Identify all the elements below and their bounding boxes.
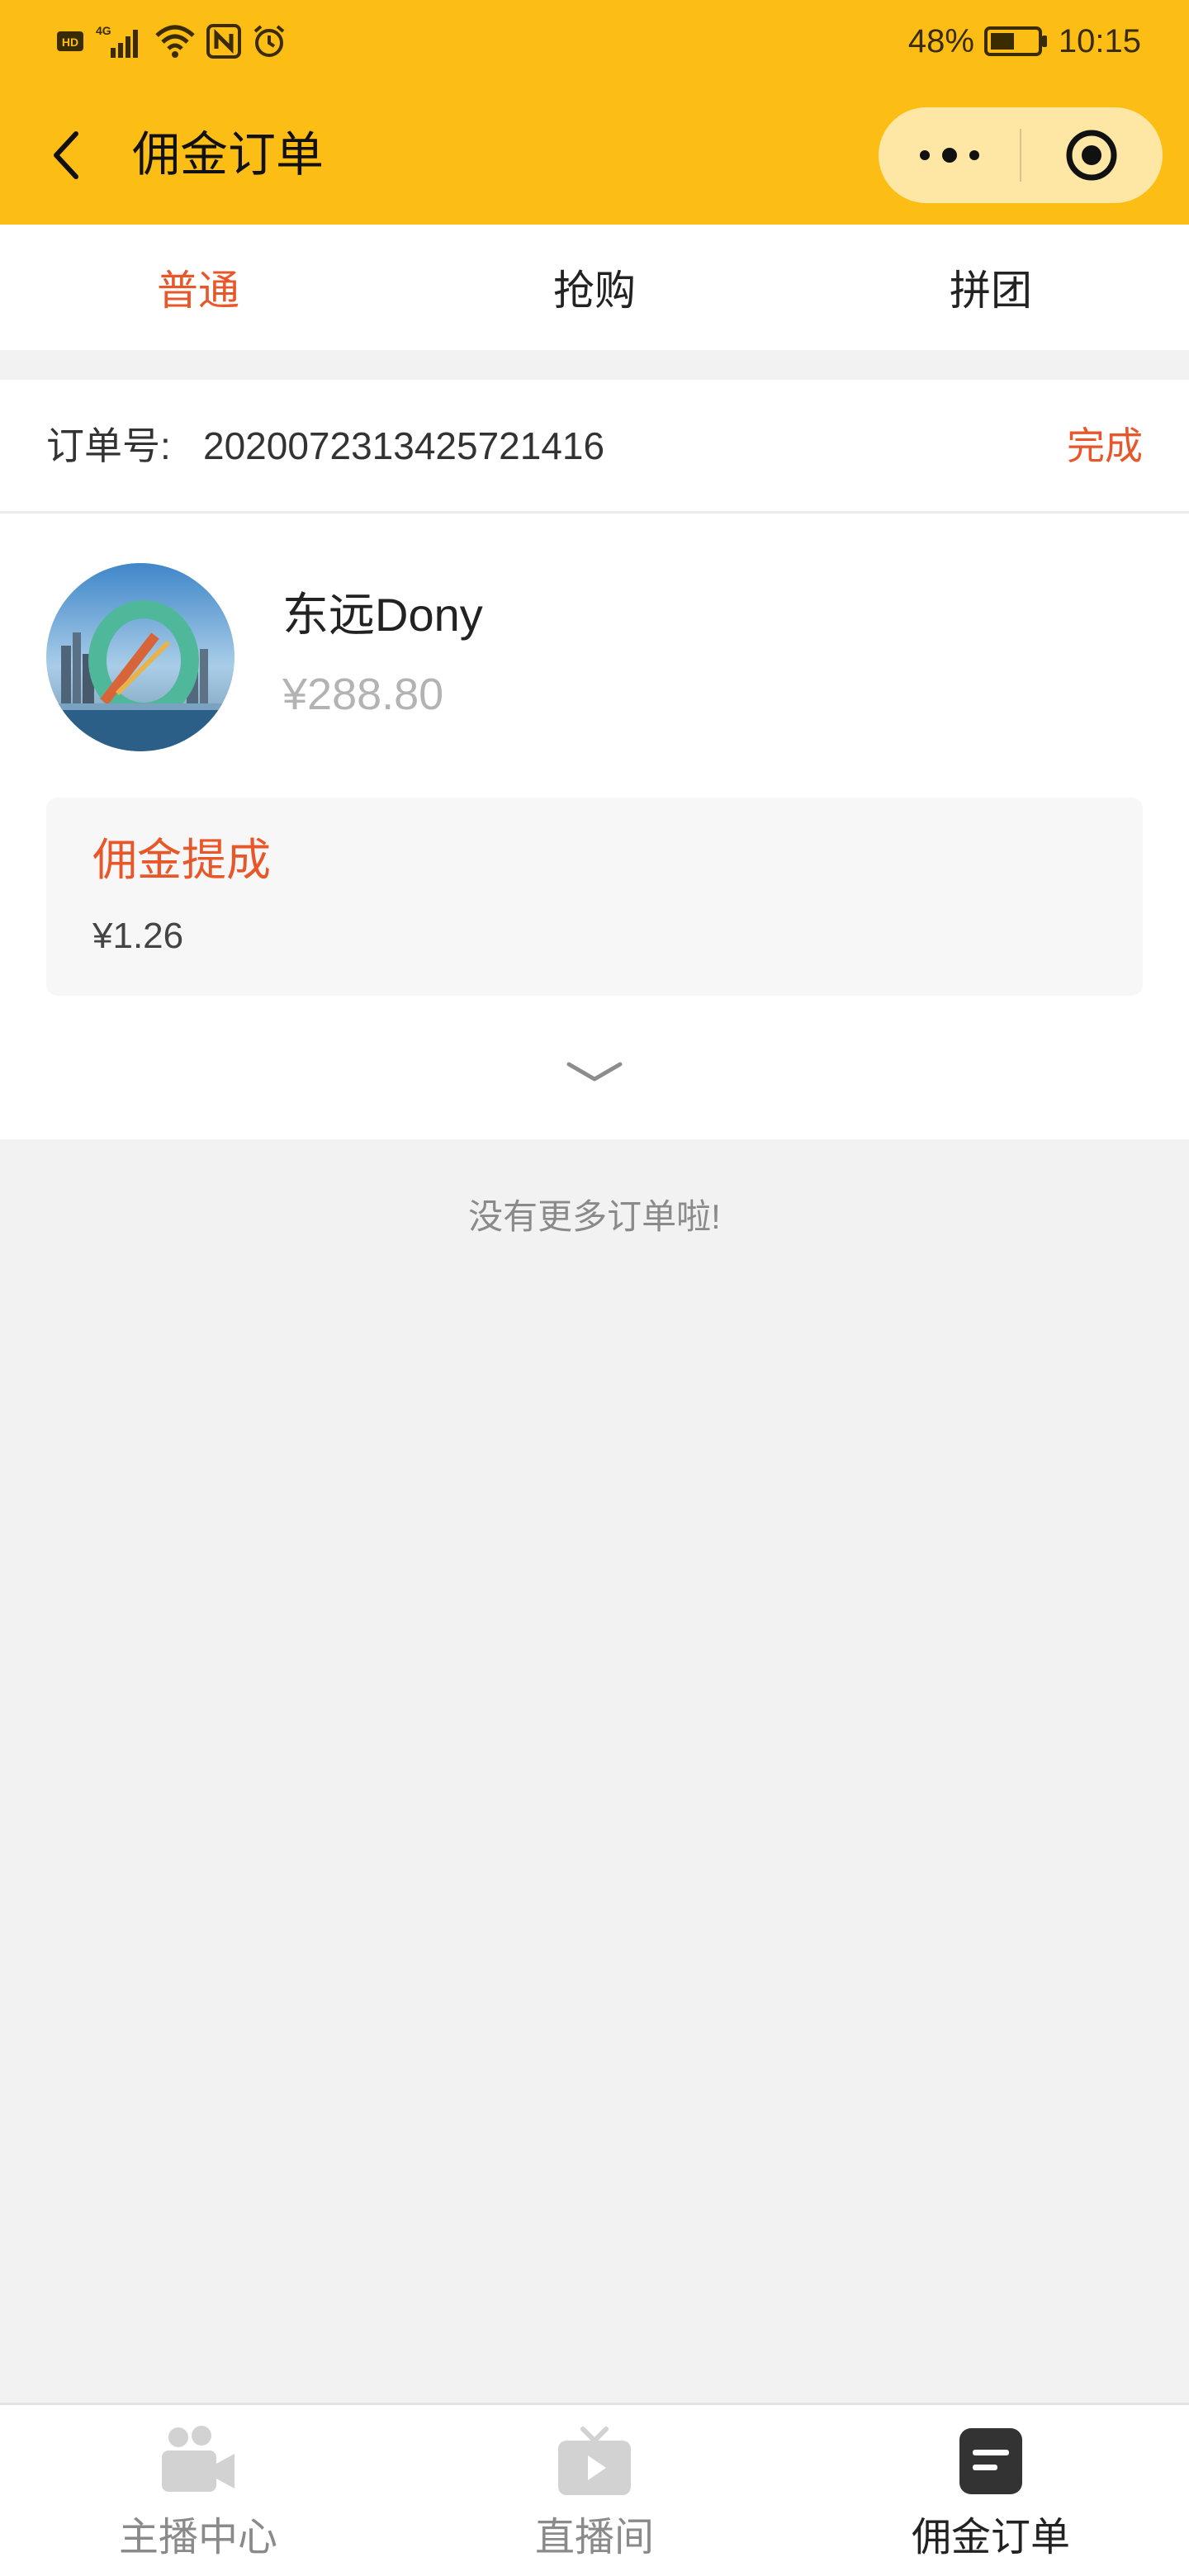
order-header: 订单号: 2020072313425721416 完成	[0, 380, 1189, 514]
page-title: 佣金订单	[132, 128, 324, 182]
avatar	[46, 563, 234, 751]
close-miniapp-button[interactable]	[1021, 107, 1163, 203]
order-number: 2020072313425721416	[203, 424, 605, 467]
tabbar-label-anchor-center: 主播中心	[118, 2516, 277, 2559]
svg-text:HD: HD	[62, 36, 78, 49]
tabbar-label-live-room: 直播间	[534, 2516, 654, 2559]
tv-play-icon	[553, 2420, 636, 2503]
battery-icon	[983, 25, 1049, 58]
nav-bar: 佣金订单	[0, 107, 1189, 203]
tabbar-item-anchor-center[interactable]: 主播中心	[0, 2405, 396, 2576]
order-status: 完成	[1067, 424, 1143, 467]
commission-panel: 佣金提成 ¥1.26	[46, 798, 1143, 996]
clock: 10:15	[1058, 22, 1141, 59]
target-close-icon	[1066, 130, 1117, 181]
order-amount: ¥288.80	[282, 670, 444, 719]
order-list-icon	[950, 2420, 1032, 2503]
more-button[interactable]	[879, 107, 1020, 203]
order-number-label: 订单号:	[46, 424, 171, 467]
wifi-icon	[154, 24, 197, 59]
status-right: 48% 10:15	[908, 23, 1141, 60]
commission-title: 佣金提成	[92, 836, 271, 885]
tabbar-item-commission-orders[interactable]: 佣金订单	[793, 2405, 1189, 2576]
status-left: HD 4G	[56, 23, 287, 59]
chevron-down-icon	[566, 1062, 623, 1082]
video-camera-icon	[157, 2420, 239, 2503]
buyer-name: 东远Dony	[282, 589, 483, 641]
capsule-menu	[879, 107, 1163, 203]
back-arrow-icon	[54, 131, 78, 179]
battery-percent: 48%	[907, 22, 974, 59]
tab-normal[interactable]: 普通	[0, 225, 396, 350]
back-button[interactable]	[33, 125, 99, 185]
expand-button[interactable]	[561, 1047, 628, 1096]
header: HD 4G 48% 10:15 佣金订单	[0, 0, 1189, 225]
tabbar-item-live-room[interactable]: 直播间	[396, 2405, 793, 2576]
more-dots-icon	[919, 148, 979, 163]
nfc-icon	[206, 24, 241, 59]
tab-group-buy[interactable]: 拼团	[793, 225, 1189, 350]
tab-flash-sale[interactable]: 抢购	[396, 225, 793, 350]
list-end-message: 没有更多订单啦!	[468, 1197, 721, 1236]
bottom-tabbar: 主播中心 直播间 佣金订单	[0, 2403, 1189, 2576]
order-card: 订单号: 2020072313425721416 完成 东远Dony ¥288.…	[0, 380, 1189, 1139]
commission-value: ¥1.26	[92, 916, 184, 956]
network-label: 4G	[96, 24, 111, 37]
signal-icon: 4G	[94, 23, 144, 59]
hd-icon: HD	[56, 29, 84, 54]
tabbar-label-commission-orders: 佣金订单	[911, 2516, 1070, 2559]
alarm-icon	[251, 23, 287, 59]
status-bar: HD 4G 48% 10:15	[0, 0, 1189, 83]
order-type-tabs: 普通 抢购 拼团	[0, 225, 1189, 350]
